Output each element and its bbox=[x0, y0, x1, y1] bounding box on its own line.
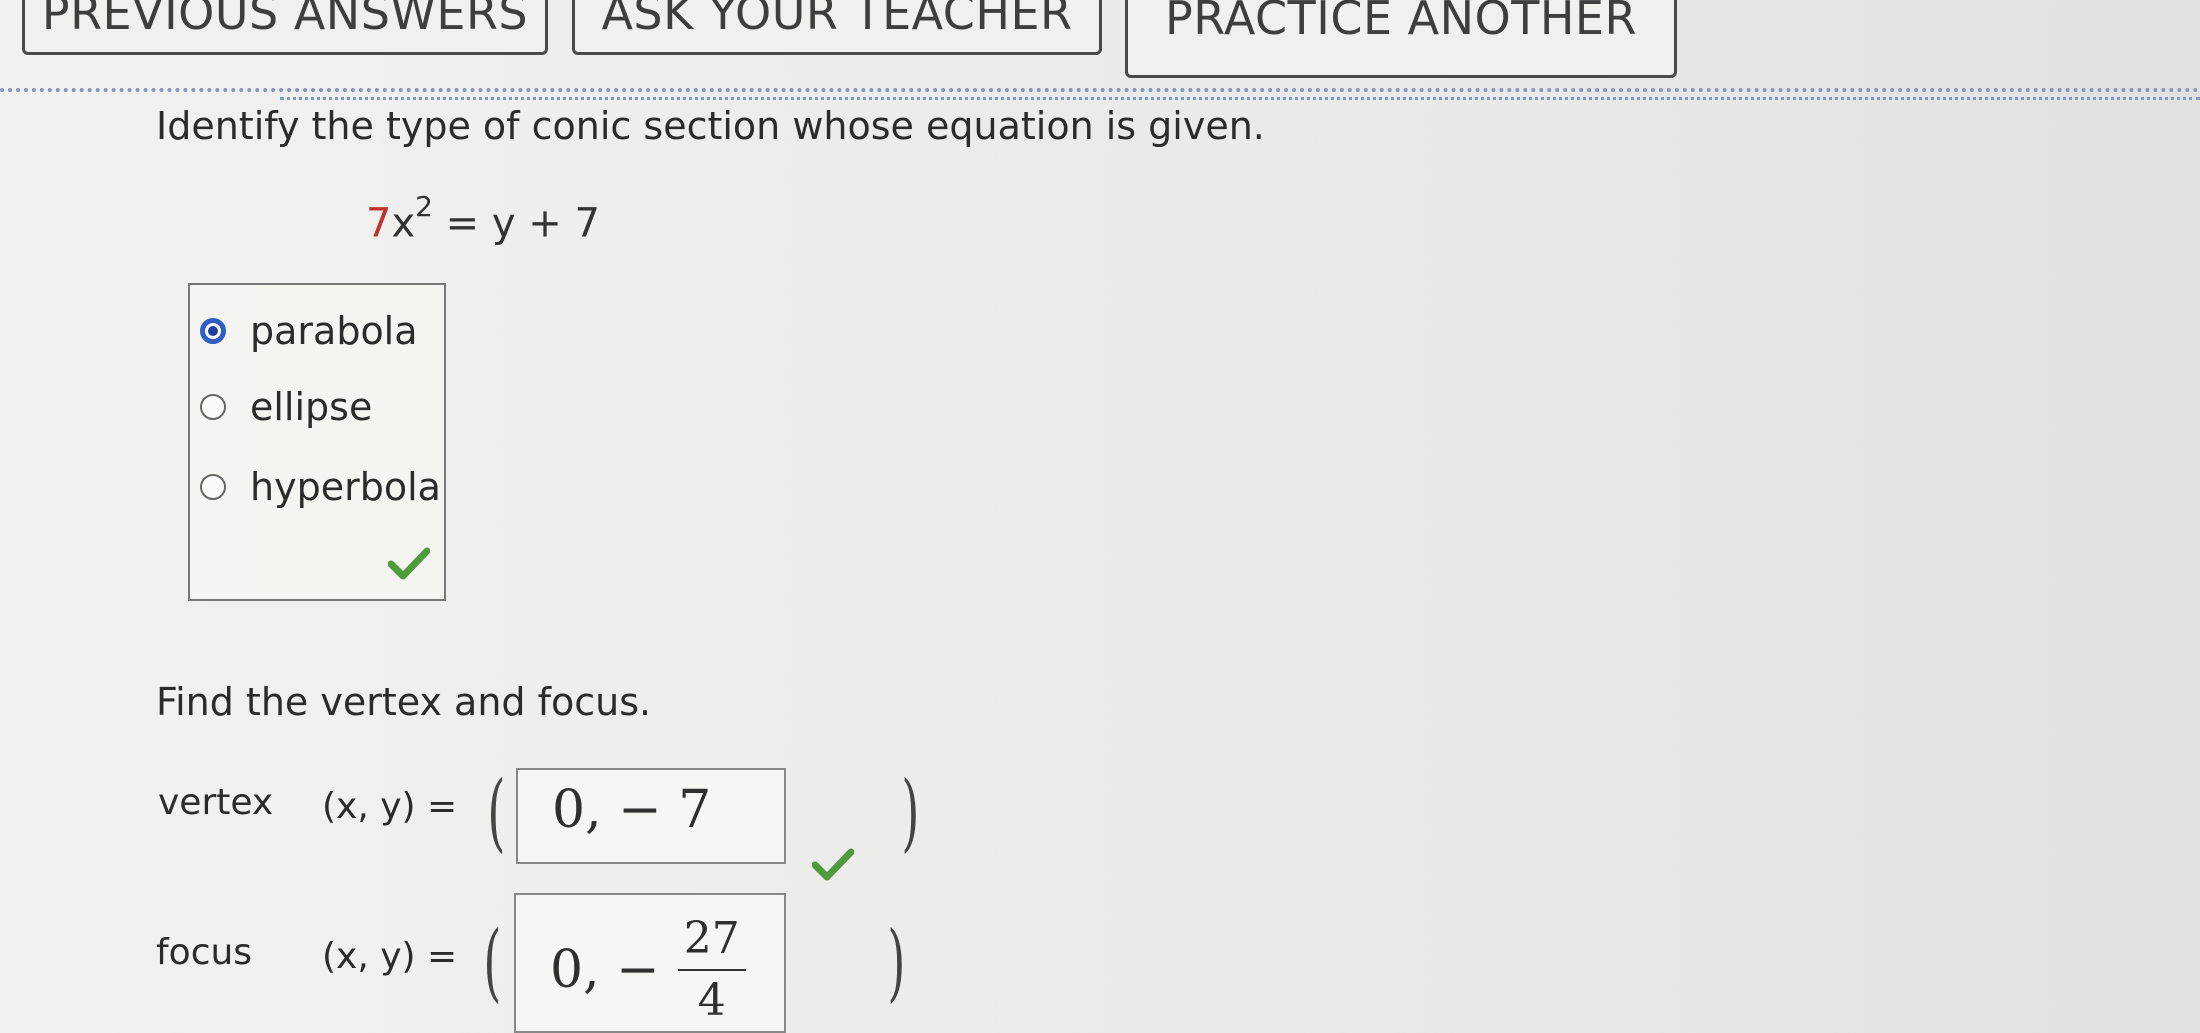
ask-your-teacher-button[interactable]: ASK YOUR TEACHER bbox=[572, 0, 1102, 55]
focus-close-paren: ) bbox=[887, 913, 906, 1011]
vertex-label: vertex bbox=[158, 782, 274, 823]
vertex-correct-check-icon bbox=[812, 848, 854, 881]
radio-ellipse[interactable] bbox=[200, 394, 226, 420]
correct-check-icon bbox=[388, 547, 430, 580]
focus-answer-value: 0, − 27 4 bbox=[550, 917, 746, 1023]
vertex-focus-prompt: Find the vertex and focus. bbox=[156, 680, 652, 724]
radio-hyperbola[interactable] bbox=[200, 474, 226, 500]
conic-equation: 7x2 = y + 7 bbox=[366, 190, 600, 247]
practice-another-button[interactable]: PRACTICE ANOTHER bbox=[1125, 0, 1677, 78]
choice-ellipse[interactable]: ellipse bbox=[200, 385, 372, 429]
vertex-open-paren: ( bbox=[487, 763, 506, 861]
fraction-denominator: 4 bbox=[697, 975, 726, 1026]
vertex-xy-label: (x, y) = bbox=[322, 786, 458, 827]
focus-label: focus bbox=[156, 932, 253, 973]
focus-answer-prefix: 0, − bbox=[550, 940, 660, 1000]
focus-open-paren: ( bbox=[483, 913, 502, 1011]
focus-xy-label: (x, y) = bbox=[322, 936, 458, 977]
vertex-close-paren: ) bbox=[901, 763, 920, 861]
equation-variable: x bbox=[391, 200, 416, 247]
equation-coefficient: 7 bbox=[366, 200, 392, 247]
section-separator bbox=[0, 88, 2200, 92]
choice-label: parabola bbox=[250, 309, 418, 353]
radio-parabola[interactable] bbox=[200, 318, 226, 344]
ask-your-teacher-label: ASK YOUR TEACHER bbox=[601, 0, 1073, 40]
section-separator-secondary bbox=[280, 97, 2200, 100]
choice-label: ellipse bbox=[250, 385, 373, 429]
choice-label: hyperbola bbox=[250, 465, 441, 509]
previous-answers-button[interactable]: PREVIOUS ANSWERS bbox=[22, 0, 548, 55]
choice-parabola[interactable]: parabola bbox=[200, 309, 418, 353]
equation-exponent: 2 bbox=[415, 190, 433, 223]
vertex-answer-field[interactable]: 0, − 7 bbox=[516, 768, 786, 864]
conic-type-choices: parabola ellipse hyperbola bbox=[188, 283, 446, 601]
fraction-numerator: 27 bbox=[677, 917, 746, 971]
previous-answers-label: PREVIOUS ANSWERS bbox=[41, 0, 529, 40]
focus-fraction: 27 4 bbox=[677, 917, 746, 1026]
vertex-answer-value: 0, − 7 bbox=[552, 780, 712, 840]
question-prompt: Identify the type of conic section whose… bbox=[156, 104, 1265, 148]
equation-rest: = y + 7 bbox=[432, 200, 600, 247]
practice-another-label: PRACTICE ANOTHER bbox=[1165, 0, 1637, 45]
choice-hyperbola[interactable]: hyperbola bbox=[200, 465, 441, 509]
focus-answer-field[interactable]: 0, − 27 4 bbox=[514, 893, 786, 1033]
